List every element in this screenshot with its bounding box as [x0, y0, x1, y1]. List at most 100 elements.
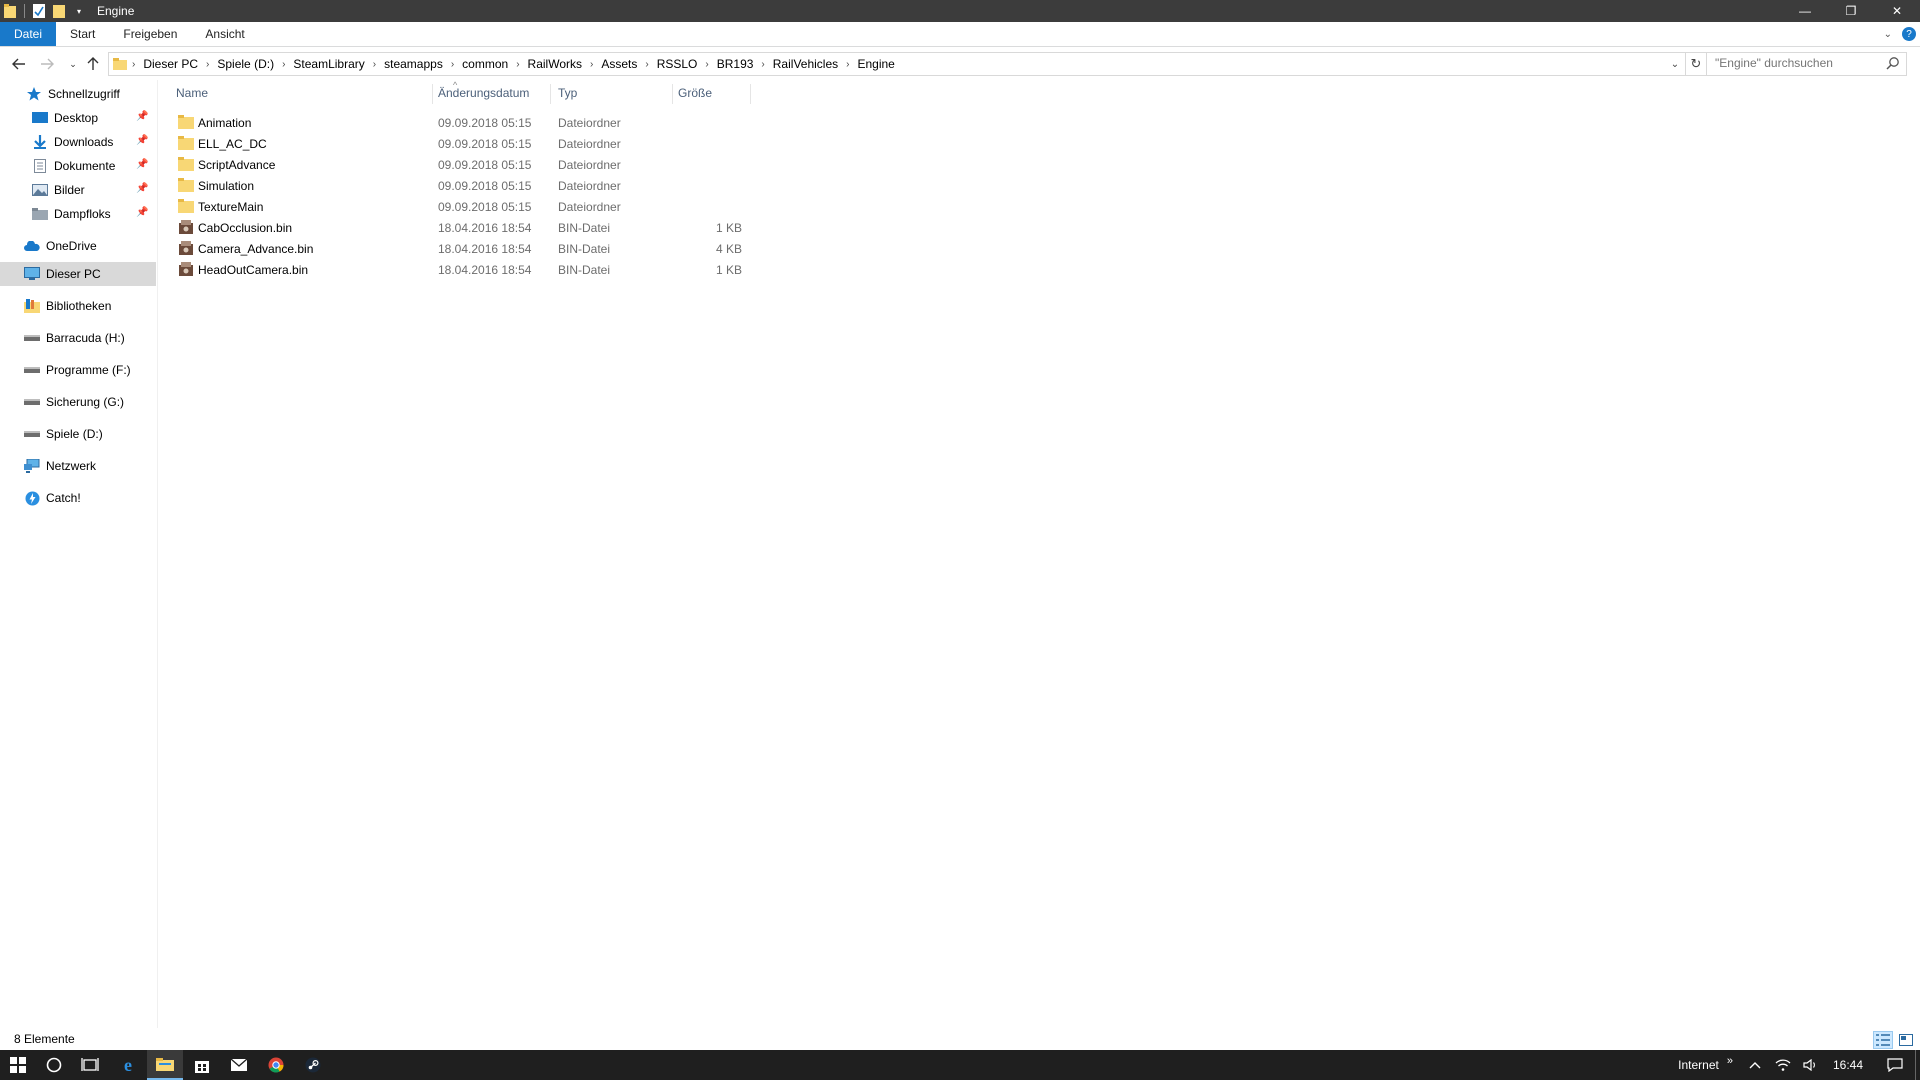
- taskbar-file-explorer[interactable]: [147, 1050, 183, 1080]
- properties-icon[interactable]: [32, 3, 46, 19]
- up-button[interactable]: [84, 55, 102, 73]
- file-row[interactable]: Simulation 09.09.2018 05:15 Dateiordner: [178, 175, 918, 196]
- column-header-date[interactable]: Änderungsdatum: [438, 80, 548, 106]
- breadcrumb-separator[interactable]: ›: [758, 59, 767, 70]
- tab-freigeben[interactable]: Freigeben: [109, 22, 191, 46]
- minimize-button[interactable]: —: [1782, 0, 1828, 22]
- tab-datei[interactable]: Datei: [0, 22, 57, 46]
- folder-icon[interactable]: [3, 3, 17, 19]
- taskbar-steam[interactable]: [295, 1050, 331, 1080]
- breadcrumb-item[interactable]: BR193: [712, 57, 759, 71]
- tab-start[interactable]: Start: [56, 22, 109, 46]
- wifi-icon[interactable]: [1769, 1059, 1797, 1071]
- column-divider[interactable]: [432, 84, 433, 104]
- breadcrumb-item[interactable]: Assets: [596, 57, 642, 71]
- sidebar-item-programme[interactable]: Programme (F:): [0, 358, 156, 382]
- sidebar-item-dieser-pc[interactable]: Dieser PC: [0, 262, 156, 286]
- pin-icon[interactable]: 📌: [136, 135, 148, 147]
- breadcrumb-item[interactable]: common: [457, 57, 513, 71]
- sidebar-item-schnellzugriff[interactable]: Schnellzugriff: [0, 82, 156, 106]
- sidebar-item-dampfloks[interactable]: Dampfloks 📌: [0, 202, 156, 226]
- large-icons-view-button[interactable]: [1896, 1031, 1916, 1049]
- pin-icon[interactable]: 📌: [136, 183, 148, 195]
- file-row[interactable]: ELL_AC_DC 09.09.2018 05:15 Dateiordner: [178, 133, 918, 154]
- sidebar-item-bibliotheken[interactable]: Bibliotheken: [0, 294, 156, 318]
- expand-ribbon-icon[interactable]: ⌄: [1884, 29, 1892, 40]
- pin-icon[interactable]: 📌: [136, 207, 148, 219]
- tab-ansicht[interactable]: Ansicht: [191, 22, 258, 46]
- new-folder-icon[interactable]: [52, 3, 66, 19]
- taskbar-store[interactable]: [184, 1050, 220, 1080]
- chevron-down-icon[interactable]: ▾: [72, 3, 86, 19]
- column-header-name[interactable]: Name: [176, 80, 416, 106]
- maximize-button[interactable]: ❐: [1828, 0, 1874, 22]
- sidebar-item-onedrive[interactable]: OneDrive: [0, 234, 156, 258]
- chevron-up-icon[interactable]: [1741, 1061, 1769, 1069]
- breadcrumb-separator[interactable]: ›: [843, 59, 852, 70]
- breadcrumb-separator[interactable]: ›: [513, 59, 522, 70]
- sidebar-item-sicherung[interactable]: Sicherung (G:): [0, 390, 156, 414]
- taskbar-edge[interactable]: e: [110, 1050, 146, 1080]
- close-button[interactable]: ✕: [1874, 0, 1920, 22]
- volume-icon[interactable]: [1797, 1059, 1825, 1071]
- address-bar[interactable]: › Dieser PC › Spiele (D:) › SteamLibrary › …: [108, 52, 1707, 76]
- breadcrumb-separator[interactable]: ›: [702, 59, 711, 70]
- address-dropdown-button[interactable]: ⌄: [1666, 53, 1684, 75]
- refresh-button[interactable]: ↻: [1685, 53, 1706, 75]
- sidebar-item-barracuda[interactable]: Barracuda (H:): [0, 326, 156, 350]
- sidebar-item-bilder[interactable]: Bilder 📌: [0, 178, 156, 202]
- tray-chevron[interactable]: »: [1725, 1055, 1741, 1067]
- breadcrumb-item[interactable]: Dieser PC: [138, 57, 203, 71]
- breadcrumb-separator[interactable]: ›: [279, 59, 288, 70]
- breadcrumb-item[interactable]: RailWorks: [523, 57, 587, 71]
- file-row[interactable]: Camera_Advance.bin 18.04.2016 18:54 BIN-…: [178, 238, 918, 259]
- breadcrumb-separator[interactable]: ›: [642, 59, 651, 70]
- file-row[interactable]: HeadOutCamera.bin 18.04.2016 18:54 BIN-D…: [178, 259, 918, 280]
- breadcrumb-separator[interactable]: ›: [587, 59, 596, 70]
- help-icon[interactable]: ?: [1902, 27, 1916, 41]
- column-divider[interactable]: [672, 84, 673, 104]
- column-divider[interactable]: [750, 84, 751, 104]
- breadcrumb-item[interactable]: RSSLO: [652, 57, 703, 71]
- search-input[interactable]: [1707, 53, 1885, 73]
- sidebar-item-netzwerk[interactable]: Netzwerk: [0, 454, 156, 478]
- breadcrumb-item[interactable]: SteamLibrary: [288, 57, 369, 71]
- sidebar-item-dokumente[interactable]: Dokumente 📌: [0, 154, 156, 178]
- pin-icon[interactable]: 📌: [136, 159, 148, 171]
- column-header-size[interactable]: Größe: [678, 80, 748, 106]
- file-row[interactable]: Animation 09.09.2018 05:15 Dateiordner: [178, 112, 918, 133]
- cloud-icon: [24, 238, 40, 254]
- sidebar-item-desktop[interactable]: Desktop 📌: [0, 106, 156, 130]
- back-button[interactable]: [10, 55, 28, 73]
- file-row[interactable]: ScriptAdvance 09.09.2018 05:15 Dateiordn…: [178, 154, 918, 175]
- notifications-icon[interactable]: [1875, 1058, 1915, 1072]
- clock[interactable]: 16:44: [1825, 1058, 1875, 1072]
- breadcrumb-item[interactable]: steamapps: [379, 57, 448, 71]
- column-header-type[interactable]: Typ: [558, 80, 648, 106]
- show-desktop-button[interactable]: [1915, 1050, 1920, 1080]
- pin-icon[interactable]: 📌: [136, 111, 148, 123]
- breadcrumb-separator[interactable]: ›: [370, 59, 379, 70]
- taskbar-chrome[interactable]: [258, 1050, 294, 1080]
- file-row[interactable]: TextureMain 09.09.2018 05:15 Dateiordner: [178, 196, 918, 217]
- sidebar-item-downloads[interactable]: Downloads 📌: [0, 130, 156, 154]
- breadcrumb-item[interactable]: RailVehicles: [768, 57, 843, 71]
- details-view-button[interactable]: [1873, 1031, 1893, 1049]
- search-icon[interactable]: [1886, 56, 1900, 70]
- column-divider[interactable]: [550, 84, 551, 104]
- breadcrumb-separator[interactable]: ›: [448, 59, 457, 70]
- file-row[interactable]: CabOcclusion.bin 18.04.2016 18:54 BIN-Da…: [178, 217, 918, 238]
- breadcrumb-separator[interactable]: ›: [203, 59, 212, 70]
- task-view-button[interactable]: [72, 1050, 108, 1080]
- recent-locations-button[interactable]: ⌄: [64, 55, 82, 73]
- breadcrumb-item-current[interactable]: Engine: [852, 57, 899, 71]
- forward-button[interactable]: [38, 55, 56, 73]
- taskbar-mail[interactable]: [221, 1050, 257, 1080]
- breadcrumb-separator[interactable]: ›: [129, 59, 138, 70]
- tray-label[interactable]: Internet: [1672, 1058, 1725, 1072]
- breadcrumb-item[interactable]: Spiele (D:): [212, 57, 279, 71]
- cortana-button[interactable]: [36, 1050, 72, 1080]
- sidebar-item-spiele[interactable]: Spiele (D:): [0, 422, 156, 446]
- sidebar-item-catch[interactable]: Catch!: [0, 486, 156, 510]
- start-button[interactable]: [0, 1050, 36, 1080]
